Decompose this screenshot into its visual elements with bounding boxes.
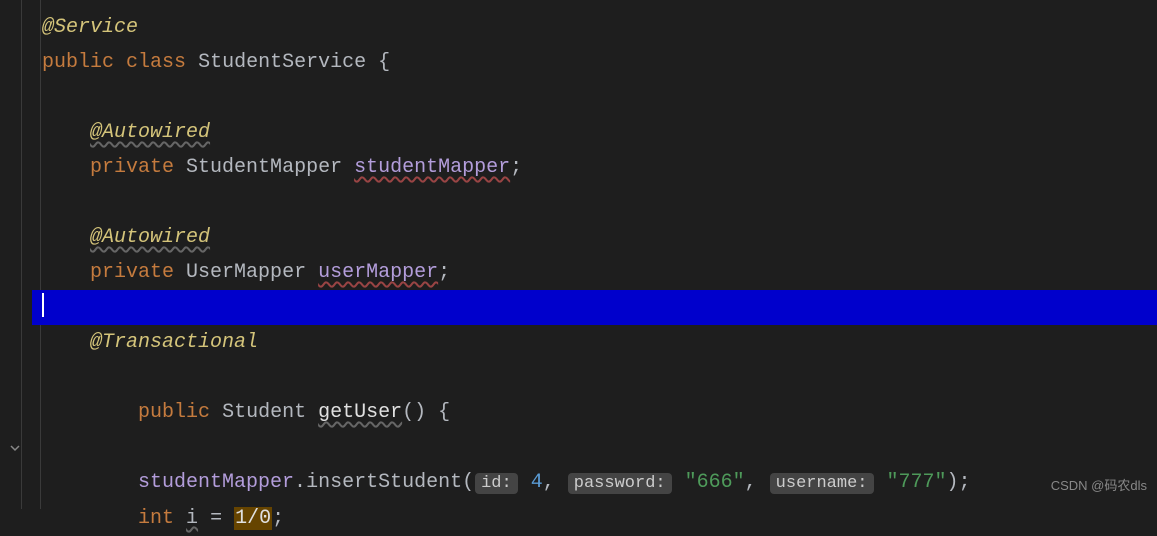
keyword: private xyxy=(90,261,174,284)
field-name: studentMapper xyxy=(354,156,510,179)
parens: () xyxy=(402,401,426,424)
number-literal: 4 xyxy=(531,471,543,494)
return-type: Student xyxy=(222,401,306,424)
code-line[interactable]: private StudentMapper studentMapper; xyxy=(32,150,1157,185)
collapse-icon[interactable] xyxy=(8,371,22,385)
code-line-active[interactable] xyxy=(32,290,1157,325)
comma: , xyxy=(543,471,555,494)
field-ref: studentMapper xyxy=(138,471,294,494)
param-hint: username: xyxy=(770,473,874,494)
brace: { xyxy=(366,51,390,74)
code-line[interactable]: int i = 1/0; xyxy=(32,501,1157,536)
code-line[interactable]: studentMapper.insertStudent(id: 4, passw… xyxy=(32,465,1157,501)
code-line[interactable]: public Student getUser() { xyxy=(32,360,1157,430)
paren-open: ( xyxy=(462,471,474,494)
dot: . xyxy=(294,471,306,494)
code-line[interactable]: @Autowired xyxy=(32,115,1157,150)
code-line[interactable] xyxy=(32,185,1157,220)
var-name: i xyxy=(186,507,198,530)
expression-warning: 1/0 xyxy=(234,507,272,530)
param-hint: id: xyxy=(475,473,518,494)
equals: = xyxy=(198,507,234,530)
code-line[interactable]: @Service xyxy=(32,10,1157,45)
method-call: insertStudent xyxy=(306,471,462,494)
code-line[interactable] xyxy=(32,430,1157,465)
class-name: StudentService xyxy=(198,51,366,74)
keyword: public xyxy=(42,51,114,74)
keyword: class xyxy=(126,51,186,74)
param-hint: password: xyxy=(568,473,672,494)
annotation: @Autowired xyxy=(90,226,210,249)
code-editor[interactable]: @Service public class StudentService { @… xyxy=(0,0,1157,536)
code-line[interactable]: public class StudentService { xyxy=(32,45,1157,80)
field-name: userMapper xyxy=(318,261,438,284)
type-name: StudentMapper xyxy=(186,156,342,179)
method-name: getUser xyxy=(318,401,402,424)
annotation: @Autowired xyxy=(90,121,210,144)
keyword: private xyxy=(90,156,174,179)
semicolon: ; xyxy=(272,507,284,530)
text-cursor xyxy=(42,293,44,317)
comma: , xyxy=(745,471,757,494)
code-line[interactable]: @Transactional xyxy=(32,325,1157,360)
annotation: @Service xyxy=(42,16,138,39)
semicolon: ; xyxy=(510,156,522,179)
annotation: @Transactional xyxy=(90,331,258,354)
semicolon: ; xyxy=(438,261,450,284)
string-literal: "666" xyxy=(685,471,745,494)
type-name: UserMapper xyxy=(186,261,306,284)
paren-close: ); xyxy=(947,471,971,494)
watermark: CSDN @码农dls xyxy=(1051,468,1147,503)
brace: { xyxy=(426,401,450,424)
code-line[interactable]: @Autowired xyxy=(32,220,1157,255)
code-line[interactable] xyxy=(32,80,1157,115)
code-line[interactable]: private UserMapper userMapper; xyxy=(32,255,1157,290)
keyword: public xyxy=(138,401,210,424)
keyword: int xyxy=(138,507,174,530)
string-literal: "777" xyxy=(887,471,947,494)
